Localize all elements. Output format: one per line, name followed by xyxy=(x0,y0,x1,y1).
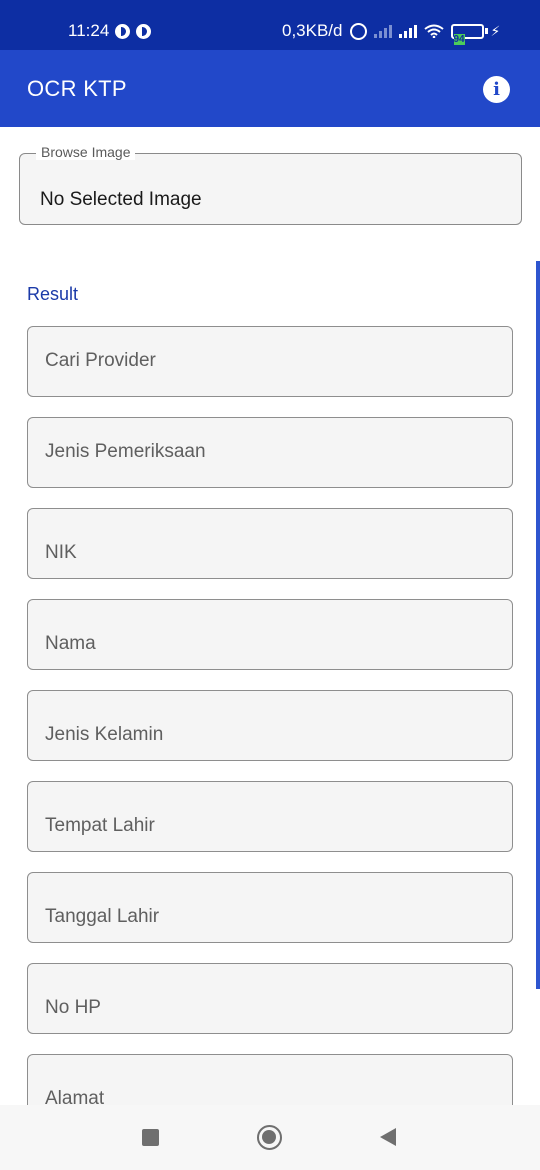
browse-image-field[interactable]: Browse Image No Selected Image xyxy=(19,144,522,225)
tanggal-lahir-field[interactable]: Tanggal Lahir xyxy=(27,872,513,943)
field-label: NIK xyxy=(45,542,77,563)
no-hp-field[interactable]: No HP xyxy=(27,963,513,1034)
network-speed: 0,3KB/d xyxy=(282,21,343,40)
charging-icon: ⚡ xyxy=(490,22,501,39)
browse-image-label: Browse Image xyxy=(36,144,136,160)
status-time-group: 11:24 xyxy=(68,21,152,41)
battery-icon: 94 ⚡ xyxy=(450,22,501,45)
field-label: Alamat xyxy=(45,1088,105,1105)
jenis-pemeriksaan-field[interactable]: Jenis Pemeriksaan xyxy=(27,417,513,488)
status-indicators: 0,3KB/d 94 ⚡ xyxy=(282,21,501,45)
screen-content: 11:24 0,3KB/d 94 ⚡ OCR KTP i Browse Imag… xyxy=(0,0,540,1105)
app-bar: OCR KTP i xyxy=(0,50,540,127)
recents-icon[interactable] xyxy=(142,1129,159,1146)
field-label: Tanggal Lahir xyxy=(45,906,160,927)
field-label: Tempat Lahir xyxy=(45,815,155,836)
field-label: Nama xyxy=(45,633,96,654)
wifi-icon xyxy=(423,24,444,38)
notification-icon xyxy=(115,23,131,39)
signal-sim1-icon xyxy=(398,24,417,38)
result-heading: Result xyxy=(27,284,79,304)
app-title: OCR KTP xyxy=(27,76,127,101)
system-nav-bar xyxy=(0,1105,540,1170)
nik-field[interactable]: NIK xyxy=(27,508,513,579)
scrollbar[interactable] xyxy=(536,261,540,989)
alarm-icon xyxy=(349,22,367,40)
home-icon[interactable] xyxy=(257,1125,282,1150)
signal-sim2-icon xyxy=(373,24,392,38)
back-icon[interactable] xyxy=(380,1128,396,1146)
status-bar: 11:24 0,3KB/d 94 ⚡ xyxy=(0,0,540,50)
jenis-kelamin-field[interactable]: Jenis Kelamin xyxy=(27,690,513,761)
status-time: 11:24 xyxy=(68,21,110,40)
field-label: Jenis Kelamin xyxy=(45,724,164,745)
battery-level: 94 xyxy=(453,33,465,45)
browse-image-value: No Selected Image xyxy=(40,189,202,210)
nama-field[interactable]: Nama xyxy=(27,599,513,670)
info-icon[interactable]: i xyxy=(483,76,510,103)
field-label: No HP xyxy=(45,997,101,1018)
notification-icon xyxy=(136,23,152,39)
alamat-field[interactable]: Alamat xyxy=(27,1054,513,1105)
field-label: Jenis Pemeriksaan xyxy=(45,441,206,462)
cari-provider-field[interactable]: Cari Provider xyxy=(27,326,513,397)
field-label: Cari Provider xyxy=(45,350,156,371)
tempat-lahir-field[interactable]: Tempat Lahir xyxy=(27,781,513,852)
